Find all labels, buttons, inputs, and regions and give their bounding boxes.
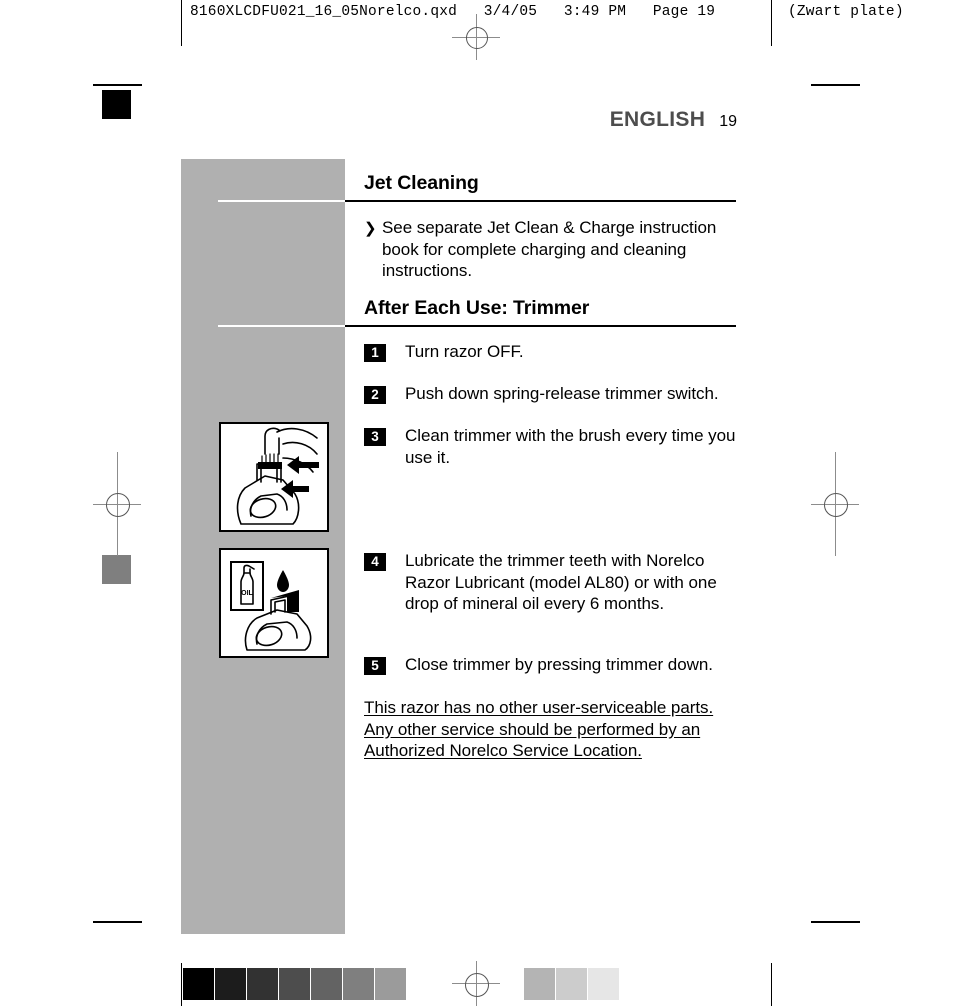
colorbar-swatch-light-3 — [588, 968, 619, 1000]
crop-mark-top-left — [93, 84, 142, 86]
colorbar-swatch-dark-6 — [343, 968, 374, 1000]
illustration-side-panel — [181, 159, 345, 934]
jet-cleaning-bullet-text: See separate Jet Clean & Charge instruct… — [382, 218, 717, 280]
crop-mark-top-right — [811, 84, 860, 86]
section-rule-knockout — [218, 325, 345, 327]
illustration-oil-lubricating-trimmer: OIL — [219, 548, 329, 658]
step-number-badge: 3 — [364, 428, 386, 446]
registration-circle — [824, 493, 848, 517]
colorbar-divider-left — [181, 963, 182, 1006]
slug-divider-left — [181, 0, 182, 46]
illustration-brush-cleaning-trimmer — [219, 422, 329, 532]
registration-mark-bottom — [452, 961, 500, 1006]
colorbar-swatch-dark-7 — [375, 968, 406, 1000]
service-footnote-text: This razor has no other user-serviceable… — [364, 698, 714, 760]
registration-mark-top — [452, 14, 500, 60]
colorbar-swatch-light-1 — [524, 968, 555, 1000]
step-number-badge: 2 — [364, 386, 386, 404]
step-3: 3 Clean trimmer with the brush every tim… — [364, 425, 746, 468]
step-number-badge: 4 — [364, 553, 386, 571]
oil-bottle-label: OIL — [241, 590, 253, 597]
gray-density-patch — [102, 555, 131, 584]
crop-mark-bottom-right — [811, 921, 860, 923]
colorbar-swatch-dark-3 — [247, 968, 278, 1000]
section-rule-after-each-use — [218, 325, 736, 327]
registration-mark-left — [93, 452, 141, 556]
step-text: Lubricate the trimmer teeth with Norelco… — [405, 551, 717, 613]
page-header: ENGLISH 19 — [0, 108, 737, 132]
colorbar-divider-right — [771, 963, 772, 1006]
colorbar-swatch-light-2 — [556, 968, 587, 1000]
bullet-arrow-icon: ❯ — [364, 220, 377, 237]
colorbar-swatch-dark-2 — [215, 968, 246, 1000]
registration-circle — [106, 493, 130, 517]
jet-cleaning-bullet: ❯ See separate Jet Clean & Charge instru… — [364, 217, 738, 282]
print-slug-bar: 8160XLCDFU021_16_05Norelco.qxd 3/4/05 3:… — [0, 0, 954, 60]
page-number: 19 — [719, 113, 737, 130]
step-number-badge: 5 — [364, 657, 386, 675]
registration-circle — [466, 27, 488, 49]
colorbar-swatch-dark-5 — [311, 968, 342, 1000]
registration-mark-right — [811, 452, 859, 556]
section-title-jet-cleaning: Jet Cleaning — [364, 172, 479, 194]
slug-divider-right — [771, 0, 772, 46]
step-text: Push down spring-release trimmer switch. — [405, 384, 719, 403]
callout-notch-icon — [331, 538, 345, 578]
slug-plate-label: (Zwart plate) — [788, 4, 904, 20]
section-rule-jet-cleaning — [218, 200, 736, 202]
step-2: 2 Push down spring-release trimmer switc… — [364, 383, 746, 405]
section-rule-knockout — [218, 200, 345, 202]
registration-circle — [465, 972, 489, 997]
step-4: 4 Lubricate the trimmer teeth with Norel… — [364, 550, 746, 615]
step-number-badge: 1 — [364, 344, 386, 362]
language-label: ENGLISH — [609, 108, 706, 131]
colorbar-swatch-dark-4 — [279, 968, 310, 1000]
step-text: Clean trimmer with the brush every time … — [405, 426, 736, 467]
step-text: Turn razor OFF. — [405, 342, 524, 361]
colorbar-swatch-dark-1 — [183, 968, 214, 1000]
step-1: 1 Turn razor OFF. — [364, 341, 746, 363]
step-5: 5 Close trimmer by pressing trimmer down… — [364, 654, 746, 676]
service-footnote: This razor has no other user-serviceable… — [364, 697, 746, 762]
callout-notch-icon — [331, 412, 345, 452]
step-text: Close trimmer by pressing trimmer down. — [405, 655, 713, 674]
crop-mark-bottom-left — [93, 921, 142, 923]
section-title-after-each-use-trimmer: After Each Use: Trimmer — [364, 297, 590, 319]
